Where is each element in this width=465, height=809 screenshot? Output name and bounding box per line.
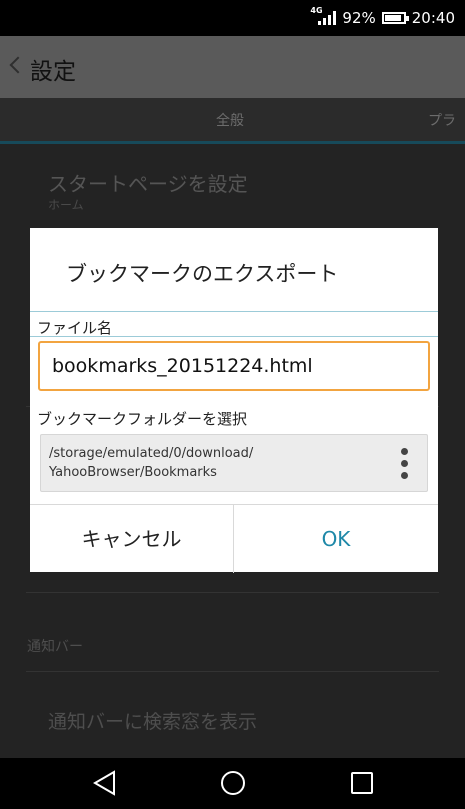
tab-privacy[interactable]: プラ <box>428 110 456 130</box>
nav-recents-icon[interactable] <box>351 772 373 794</box>
folder-path-line2: YahooBrowser/Bookmarks <box>49 465 217 480</box>
notification-search-setting[interactable]: 通知バーに検索窓を表示 <box>48 707 257 734</box>
signal-icon: 4G <box>310 6 337 25</box>
divider <box>26 671 439 672</box>
notification-section-header: 通知バー <box>27 639 83 655</box>
folder-path: /storage/emulated/0/download/ YahooBrows… <box>49 444 369 482</box>
tab-bar: 全般 プラ <box>0 98 465 144</box>
battery-percent: 92% <box>342 9 376 27</box>
start-page-setting[interactable]: スタートページを設定 <box>48 168 248 197</box>
app-bar: 設定 <box>0 36 465 98</box>
start-page-value: ホーム <box>48 198 84 212</box>
network-type: 4G <box>310 6 323 15</box>
page-title: 設定 <box>30 59 76 85</box>
battery-icon <box>381 12 409 24</box>
filename-input[interactable] <box>38 341 430 391</box>
folder-selector[interactable]: /storage/emulated/0/download/ YahooBrows… <box>40 434 428 492</box>
tab-general[interactable]: 全般 <box>216 110 244 130</box>
status-bar: 4G 92% 20:40 <box>0 0 465 36</box>
more-vert-icon[interactable] <box>401 448 409 480</box>
chevron-left-icon[interactable] <box>9 56 27 74</box>
nav-back-icon[interactable] <box>92 770 118 796</box>
dialog-divider <box>30 336 438 337</box>
cancel-button[interactable]: キャンセル <box>30 504 234 573</box>
status-icons: 4G 92% 20:40 <box>310 6 455 27</box>
battery-fill <box>384 15 402 21</box>
clock: 20:40 <box>411 9 455 27</box>
ok-button[interactable]: OK <box>234 504 438 573</box>
folder-path-line1: /storage/emulated/0/download/ <box>49 446 254 461</box>
filename-label: ファイル名 <box>37 319 113 337</box>
dialog-divider <box>30 311 438 312</box>
dialog-title: ブックマークのエクスポート <box>66 262 339 286</box>
divider <box>26 592 439 593</box>
navigation-bar <box>0 758 465 809</box>
folder-label: ブックマークフォルダーを選択 <box>37 410 248 428</box>
export-bookmarks-dialog: ブックマークのエクスポート ファイル名 ブックマークフォルダーを選択 /stor… <box>30 228 438 573</box>
nav-home-icon[interactable] <box>221 771 245 795</box>
